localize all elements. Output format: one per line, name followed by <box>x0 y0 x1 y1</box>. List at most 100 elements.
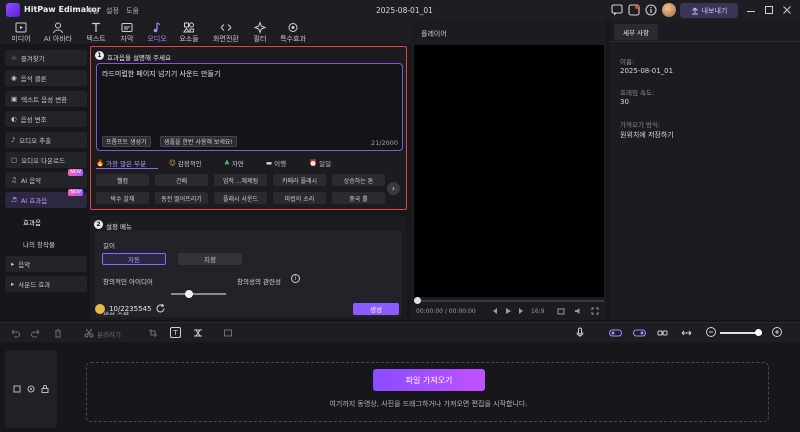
unlink-icon[interactable] <box>657 328 668 338</box>
minimize-icon[interactable] <box>746 4 756 16</box>
avatar[interactable] <box>662 3 676 17</box>
tab-transition[interactable]: ▬ 이행 <box>266 158 286 168</box>
prompt-textarea[interactable]: 라드미럽한 페이지 넘기기 사운드 만들기 프롬프트 생성기 샘플을 한번 사용… <box>96 63 403 151</box>
sfx-chip[interactable]: 건배 <box>155 174 208 186</box>
tool-elements[interactable]: 요소들 <box>176 20 202 44</box>
step-badge: 2 <box>94 220 103 229</box>
sfx-chip[interactable]: 상승하는 톤 <box>332 174 385 186</box>
text-tool-icon[interactable]: T <box>170 327 181 338</box>
undo-icon[interactable] <box>10 328 20 338</box>
sfx-chip[interactable]: 박수 갈채 <box>96 192 149 204</box>
sidebar-item-audio-download[interactable]: ▢ 오디오 다운로드 <box>5 152 87 168</box>
snap-toggle-icon[interactable] <box>633 328 646 338</box>
prompt-value: 라드미럽한 페이지 넘기기 사운드 만들기 <box>102 70 221 78</box>
track-icon[interactable] <box>13 385 21 393</box>
video-preview[interactable] <box>414 45 604 297</box>
tab-nature[interactable]: ♣ 자연 <box>224 158 244 168</box>
fullscreen-icon[interactable] <box>591 307 599 315</box>
sidebar-item-voice-changer[interactable]: ◐ 음성 변조 <box>5 111 87 127</box>
tab-most-popular[interactable]: 🔥 가장 많은 부분 <box>96 158 146 168</box>
sidebar-item-sound-effects[interactable]: ▸ 사운드 효과 <box>5 276 87 292</box>
playhead-handle[interactable] <box>414 297 421 304</box>
snapshot-icon[interactable] <box>557 307 565 315</box>
tool-ai-avatar[interactable]: AI 아바타 <box>40 20 76 44</box>
chat-icon[interactable] <box>610 3 624 17</box>
lock-icon[interactable] <box>41 385 49 393</box>
tab-daily[interactable]: ⏰ 일일 <box>309 158 331 168</box>
import-files-button[interactable]: 파일 가져오기 <box>373 369 485 391</box>
link-toggle-icon[interactable] <box>609 328 622 338</box>
export-button[interactable]: 내보내기 <box>680 3 738 18</box>
record-mic-icon[interactable] <box>575 327 585 338</box>
sidebar-item-tts[interactable]: ▣ 텍스트 음성 변환 <box>5 91 87 107</box>
next-frame-icon[interactable] <box>517 307 525 315</box>
sfx-chip[interactable]: 업적 ...해제됨 <box>214 174 267 186</box>
prev-frame-icon[interactable] <box>491 307 499 315</box>
sidebar-sub-sfx[interactable]: 효과음 <box>23 217 41 227</box>
tool-media[interactable]: 미디어 <box>6 20 36 44</box>
creativity-slider-handle[interactable] <box>185 290 193 298</box>
media-drop-zone[interactable]: 파일 가져오기 여기까지 동영상, 사진을 드래그하거나 가져오면 편집을 시작… <box>86 362 769 422</box>
generate-button[interactable]: 생성 <box>353 303 399 315</box>
scissors-icon[interactable] <box>84 328 94 338</box>
refresh-icon[interactable] <box>155 303 166 314</box>
volume-icon[interactable] <box>574 307 582 315</box>
eye-icon[interactable] <box>27 385 35 393</box>
sidebar-item-voice-clone[interactable]: ◉ 음석 클론 <box>5 70 87 86</box>
menu-file[interactable]: 파일 <box>86 6 99 16</box>
sidebar-item-audio-extract[interactable]: ♪ 오디오 추출 <box>5 132 87 148</box>
sidebar-item-label: 오디오 추출 <box>19 137 52 145</box>
sfx-chip[interactable]: 중국 뿔 <box>332 192 385 204</box>
timeline-toolbar: 분리하기 T <box>0 322 800 342</box>
fit-timeline-icon[interactable] <box>681 328 692 338</box>
menu-settings[interactable]: 설정 <box>106 6 119 16</box>
tool-effects[interactable]: 특수효과 <box>276 20 310 44</box>
split-label[interactable]: 분리하기 <box>97 329 121 339</box>
tool-effects-label: 특수효과 <box>280 35 306 43</box>
tool-subtitle[interactable]: 자막 <box>115 20 139 44</box>
creativity-left-label: 창의적인 아이디어 <box>103 278 153 286</box>
delete-icon[interactable] <box>53 328 63 338</box>
notification-icon[interactable] <box>627 3 641 17</box>
sidebar-item-ai-sfx[interactable]: ♬ AI 효과음 NEW <box>5 189 87 208</box>
tool-text[interactable]: 텍스트 <box>82 20 110 44</box>
menu-help[interactable]: 도움 <box>126 6 139 16</box>
zoom-slider-handle[interactable] <box>755 329 762 336</box>
tab-emotional[interactable]: ☺ 감정적인 <box>169 158 202 168</box>
sfx-chip[interactable]: 웰컴 <box>96 174 149 186</box>
sfx-chip[interactable]: 카메라 플래시 <box>273 174 326 186</box>
trim-icon[interactable] <box>193 328 203 338</box>
info-icon[interactable] <box>644 3 658 17</box>
prompt-generator-button[interactable]: 프롬프트 생성기 <box>102 136 151 147</box>
tool-ai-avatar-label: AI 아바타 <box>43 35 73 43</box>
chevron-right-icon[interactable]: › <box>387 182 400 195</box>
crop-icon[interactable] <box>148 328 158 338</box>
sfx-chip[interactable]: 마법의 소리 <box>273 192 326 204</box>
sidebar-item-music[interactable]: ▸ 음악 <box>5 256 87 272</box>
zoom-out-icon[interactable] <box>706 327 716 337</box>
tool-transition[interactable]: 화면전환 <box>207 20 245 44</box>
play-icon[interactable] <box>504 307 512 315</box>
length-custom-option[interactable]: 지정 <box>178 253 242 265</box>
close-icon[interactable] <box>782 4 792 16</box>
freeze-icon[interactable] <box>223 328 233 338</box>
tab-details[interactable]: 세부 사항 <box>614 24 658 40</box>
playback-progress[interactable] <box>414 300 604 302</box>
length-auto-option[interactable]: 자동 <box>102 253 166 265</box>
sidebar-item-favorites[interactable]: ☆ 즐겨찾기 <box>5 50 87 66</box>
creativity-slider-track[interactable] <box>171 293 226 295</box>
sfx-chip[interactable]: 플래시 사운드 <box>214 192 267 204</box>
maximize-icon[interactable] <box>764 4 774 16</box>
tool-filter[interactable]: 필터 <box>250 20 270 44</box>
help-icon[interactable]: i <box>291 274 300 283</box>
sidebar-item-ai-music[interactable]: ♫ AI 음악 NEW <box>5 169 87 188</box>
tool-audio[interactable]: 오디오 <box>144 20 170 44</box>
ai-sfx-icon: ♬ <box>11 196 17 204</box>
sfx-chip[interactable]: 동전 떨어뜨리기 <box>155 192 208 204</box>
sidebar-sub-my-creations[interactable]: 나의 창작물 <box>23 239 55 249</box>
aspect-ratio[interactable]: 16:9 <box>531 308 544 315</box>
zoom-in-icon[interactable] <box>772 327 782 337</box>
redo-icon[interactable] <box>31 328 41 338</box>
try-sample-button[interactable]: 샘플을 한번 사용해 보세요! <box>160 136 237 147</box>
fire-icon: 🔥 <box>96 159 105 167</box>
